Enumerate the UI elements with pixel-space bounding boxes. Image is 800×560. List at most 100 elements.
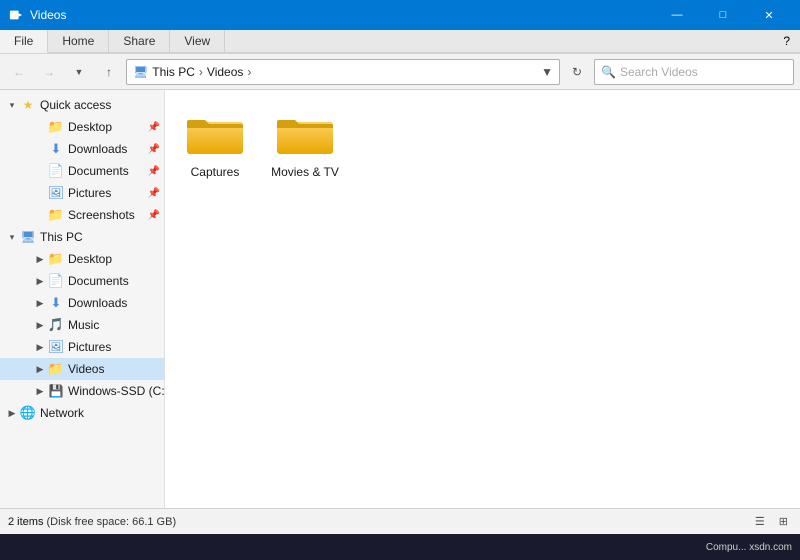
search-box[interactable]: 🔍 Search Videos: [594, 59, 794, 85]
search-placeholder: Search Videos: [620, 65, 698, 79]
sidebar-item-videos-pc[interactable]: ▶ 📁 Videos: [0, 358, 164, 380]
this-pc-expand[interactable]: ▾: [4, 229, 20, 245]
music-pc-icon: 🎵: [48, 317, 64, 333]
sidebar-item-downloads-pc[interactable]: ▶ ⬇ Downloads: [0, 292, 164, 314]
desktop-pc-expand[interactable]: ▶: [32, 251, 48, 267]
desktop-pc-icon: 📁: [48, 251, 64, 267]
ribbon-tab-bar: File Home Share View ?: [0, 30, 800, 53]
sidebar-item-screenshots-qa[interactable]: 📁 Screenshots 📌: [0, 204, 164, 226]
screenshots-qa-pin: 📌: [148, 210, 160, 221]
minimize-button[interactable]: —: [654, 0, 700, 30]
address-videos[interactable]: Videos: [207, 65, 243, 79]
tab-view[interactable]: View: [170, 30, 225, 52]
pictures-pc-expand[interactable]: ▶: [32, 339, 48, 355]
captures-folder-name: Captures: [191, 165, 240, 179]
downloads-pc-expand[interactable]: ▶: [32, 295, 48, 311]
ribbon: File Home Share View ?: [0, 30, 800, 54]
this-pc-header[interactable]: ▾ 🖥 This PC: [0, 226, 164, 248]
folder-movies-tv[interactable]: Movies & TV: [265, 100, 345, 187]
desktop-qa-pin: 📌: [148, 122, 160, 133]
search-icon: 🔍: [601, 65, 616, 79]
downloads-qa-expand: [32, 141, 48, 157]
tab-home[interactable]: Home: [48, 30, 109, 52]
window-controls: — □ ✕: [654, 0, 792, 30]
recent-locations-button[interactable]: ▼: [66, 59, 92, 85]
quick-access-expand[interactable]: ▾: [4, 97, 20, 113]
sidebar-item-documents-qa[interactable]: 📄 Documents 📌: [0, 160, 164, 182]
music-pc-expand[interactable]: ▶: [32, 317, 48, 333]
sidebar-item-documents-pc[interactable]: ▶ 📄 Documents: [0, 270, 164, 292]
documents-qa-expand: [32, 163, 48, 179]
address-bar[interactable]: 🖥 This PC › Videos › ▼: [126, 59, 560, 85]
close-button[interactable]: ✕: [746, 0, 792, 30]
pictures-qa-icon: 🖼: [48, 185, 64, 201]
status-right: ☰ ⊞: [751, 513, 792, 530]
pictures-qa-label: Pictures: [68, 186, 111, 200]
this-pc-icon: 🖥: [20, 229, 36, 245]
address-dropdown[interactable]: ▼: [541, 65, 553, 79]
pictures-pc-label: Pictures: [68, 340, 111, 354]
windows-ssd-expand[interactable]: ▶: [32, 383, 48, 399]
pictures-qa-pin: 📌: [148, 188, 160, 199]
refresh-button[interactable]: ↻: [564, 59, 590, 85]
movies-tv-folder-icon: [275, 108, 335, 159]
address-this-pc[interactable]: This PC: [152, 65, 195, 79]
screenshots-qa-label: Screenshots: [68, 208, 135, 222]
grid-view-button[interactable]: ⊞: [775, 513, 792, 530]
up-button[interactable]: ↑: [96, 59, 122, 85]
quick-access-star-icon: ★: [20, 97, 36, 113]
downloads-qa-icon: ⬇: [48, 141, 64, 157]
sidebar-item-desktop-qa[interactable]: 📁 Desktop 📌: [0, 116, 164, 138]
quick-access-header[interactable]: ▾ ★ Quick access: [0, 94, 164, 116]
downloads-qa-pin: 📌: [148, 144, 160, 155]
toolbar: ← → ▼ ↑ 🖥 This PC › Videos › ▼ ↻ 🔍 Searc…: [0, 54, 800, 90]
network-icon: 🌐: [20, 405, 36, 421]
documents-pc-icon: 📄: [48, 273, 64, 289]
help-button[interactable]: ?: [773, 30, 800, 52]
desktop-qa-icon: 📁: [48, 119, 64, 135]
downloads-pc-label: Downloads: [68, 296, 127, 310]
window-title: Videos: [30, 8, 66, 22]
list-view-button[interactable]: ☰: [751, 513, 769, 530]
main-layout: ▾ ★ Quick access 📁 Desktop 📌 ⬇ Downloads…: [0, 90, 800, 508]
sidebar-item-music-pc[interactable]: ▶ 🎵 Music: [0, 314, 164, 336]
maximize-button[interactable]: □: [700, 0, 746, 30]
windows-ssd-label: Windows-SSD (C:): [68, 384, 165, 398]
separator-2: ›: [247, 65, 251, 79]
quick-access-label: Quick access: [40, 98, 111, 112]
bottom-info: 2 items (Disk free space: 66.1 GB): [8, 516, 176, 528]
sidebar-item-windows-ssd[interactable]: ▶ 💾 Windows-SSD (C:): [0, 380, 164, 402]
title-bar: Videos — □ ✕: [0, 0, 800, 30]
desktop-qa-label: Desktop: [68, 120, 112, 134]
tab-share[interactable]: Share: [109, 30, 170, 52]
this-pc-label: This PC: [40, 230, 83, 244]
network-expand[interactable]: ▶: [4, 405, 20, 421]
video-icon: [8, 7, 24, 23]
documents-qa-pin: 📌: [148, 166, 160, 177]
network-header[interactable]: ▶ 🌐 Network: [0, 402, 164, 424]
sidebar-item-pictures-pc[interactable]: ▶ 🖼 Pictures: [0, 336, 164, 358]
documents-qa-icon: 📄: [48, 163, 64, 179]
this-pc-icon: 🖥: [133, 65, 148, 79]
movies-tv-folder-name: Movies & TV: [271, 165, 339, 179]
videos-pc-expand[interactable]: ▶: [32, 361, 48, 377]
taskbar-right-text: Compu... xsdn.com: [706, 542, 792, 553]
documents-pc-expand[interactable]: ▶: [32, 273, 48, 289]
pictures-qa-expand: [32, 185, 48, 201]
documents-pc-label: Documents: [68, 274, 129, 288]
sidebar-item-pictures-qa[interactable]: 🖼 Pictures 📌: [0, 182, 164, 204]
windows-ssd-icon: 💾: [48, 383, 64, 399]
network-label: Network: [40, 406, 84, 420]
sidebar-item-desktop-pc[interactable]: ▶ 📁 Desktop: [0, 248, 164, 270]
folder-captures[interactable]: Captures: [175, 100, 255, 187]
screenshots-qa-icon: 📁: [48, 207, 64, 223]
content-area: Captures Movies & TV: [165, 90, 800, 508]
sidebar-item-downloads-qa[interactable]: ⬇ Downloads 📌: [0, 138, 164, 160]
downloads-qa-label: Downloads: [68, 142, 127, 156]
videos-pc-label: Videos: [68, 362, 104, 376]
back-button[interactable]: ←: [6, 59, 32, 85]
tab-file[interactable]: File: [0, 30, 48, 53]
forward-button[interactable]: →: [36, 59, 62, 85]
pictures-pc-icon: 🖼: [48, 339, 64, 355]
captures-folder-icon: [185, 108, 245, 159]
